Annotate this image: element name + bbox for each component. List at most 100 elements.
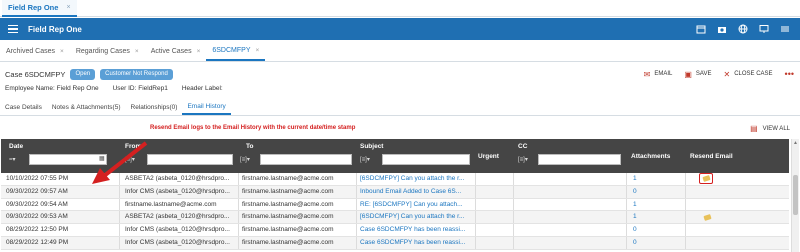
close-icon[interactable]: ×: [135, 48, 139, 55]
close-case-button[interactable]: ✕ CLOSE CASE: [723, 70, 772, 79]
column-divider: [626, 173, 627, 185]
attachments-cell[interactable]: 0: [633, 239, 653, 246]
tab-label: Field Rep One: [8, 3, 59, 12]
menu-icon[interactable]: [779, 23, 790, 34]
tab-archived-cases[interactable]: Archived Cases ×: [0, 41, 70, 61]
employee-name: Employee Name: Field Rep One: [5, 85, 99, 92]
attachments-cell[interactable]: 1: [633, 201, 653, 208]
column-divider: [685, 236, 686, 249]
subject-cell[interactable]: Inbound Email Added to Case 6S...: [360, 188, 472, 195]
close-icon[interactable]: ×: [197, 48, 201, 55]
table-row[interactable]: 09/30/2022 09:53 AM ASBETA2 (asbeta_0120@…: [1, 211, 789, 225]
column-divider: [513, 185, 514, 198]
column-divider: [513, 173, 514, 185]
column-divider: [475, 224, 476, 236]
case-header: Case 6SDCMFPY Open Customer Not Respond …: [0, 66, 800, 82]
envelope-icon: [703, 213, 712, 221]
from-filter-input[interactable]: [147, 154, 233, 165]
table-row[interactable]: 09/30/2022 09:54 AM firstname.lastname@ac…: [1, 198, 789, 212]
subject-cell[interactable]: [6SDCMFPY] Can you attach the r...: [360, 213, 472, 220]
close-icon: ✕: [723, 69, 731, 79]
column-divider: [356, 236, 357, 249]
case-actions: ✉ EMAIL ▣ SAVE ✕ CLOSE CASE •••: [644, 66, 794, 82]
email-button[interactable]: ✉ EMAIL: [644, 70, 673, 79]
column-header-urgent[interactable]: Urgent: [478, 153, 499, 160]
table-row[interactable]: 08/29/2022 12:49 PM Infor CMS (asbeta_012…: [1, 236, 789, 250]
column-divider: [119, 236, 120, 249]
column-header-resend-email[interactable]: Resend Email: [690, 153, 733, 160]
subject-cell[interactable]: Case 6SDCMFPY has been reassi...: [360, 239, 472, 246]
close-icon[interactable]: ×: [256, 47, 260, 54]
save-button[interactable]: ▣ SAVE: [684, 70, 711, 79]
subject-cell[interactable]: Case 6SDCMFPY has been reassi...: [360, 226, 472, 233]
column-divider: [238, 185, 239, 198]
column-header-attachments[interactable]: Attachments: [631, 153, 670, 160]
date-cell: 08/29/2022 12:50 PM: [6, 226, 69, 234]
tab-email-history[interactable]: Email History: [182, 99, 231, 115]
annotation-arrow: [92, 141, 148, 184]
app-title: Field Rep One: [28, 24, 82, 34]
filter-operator[interactable]: [≡]▾: [240, 156, 250, 163]
view-all-label: VIEW ALL: [762, 125, 790, 132]
app-header: Field Rep One: [0, 18, 800, 40]
close-icon[interactable]: ×: [66, 4, 70, 11]
hamburger-menu-icon[interactable]: [8, 25, 18, 33]
scroll-thumb[interactable]: [793, 175, 798, 215]
camera-icon[interactable]: [716, 23, 727, 34]
tab-relationships[interactable]: Relationships(0): [126, 99, 183, 115]
filter-operator[interactable]: [≡]▾: [360, 156, 370, 163]
column-divider: [475, 185, 476, 198]
column-divider: [238, 211, 239, 224]
column-header-subject[interactable]: Subject: [360, 143, 383, 150]
tab-case-details[interactable]: Case Details: [0, 99, 47, 115]
monitor-icon[interactable]: [758, 23, 769, 34]
column-divider: [626, 236, 627, 249]
attachments-cell[interactable]: 1: [633, 213, 653, 220]
column-divider: [356, 198, 357, 211]
filter-operator[interactable]: =▾: [9, 156, 16, 163]
resend-email-button[interactable]: [702, 212, 713, 222]
view-all-button[interactable]: ▤ VIEW ALL: [750, 124, 790, 133]
column-divider: [356, 173, 357, 185]
filter-operator[interactable]: [≡]▾: [518, 156, 528, 163]
column-divider: [685, 173, 686, 185]
column-divider: [513, 198, 514, 211]
resend-email-button[interactable]: [699, 173, 713, 184]
grid-scrollbar[interactable]: ▲: [791, 139, 799, 252]
case-info-row: Employee Name: Field Rep One User ID: Fi…: [5, 85, 223, 92]
more-options-icon[interactable]: •••: [785, 69, 794, 79]
column-header-cc[interactable]: CC: [518, 143, 527, 150]
tab-regarding-cases[interactable]: Regarding Cases ×: [70, 41, 145, 61]
cc-filter-input[interactable]: [538, 154, 621, 165]
tab-label: 6SDCMFPY: [212, 46, 251, 54]
globe-icon[interactable]: [737, 23, 748, 34]
tab-notes-attachments[interactable]: Notes & Attachments(5): [47, 99, 126, 115]
column-header-to[interactable]: To: [246, 143, 253, 150]
date-cell: 08/29/2022 12:49 PM: [6, 238, 69, 246]
column-divider: [685, 185, 686, 198]
column-divider: [475, 198, 476, 211]
column-divider: [356, 211, 357, 224]
subject-filter-input[interactable]: [382, 154, 470, 165]
to-cell: firstname.lastname@acme.com: [242, 200, 334, 208]
close-icon[interactable]: ×: [60, 48, 64, 55]
header-label: Header Label:: [181, 85, 223, 92]
scroll-up-icon[interactable]: ▲: [793, 140, 798, 146]
tab-field-rep-one[interactable]: Field Rep One ×: [2, 0, 77, 17]
column-divider: [356, 224, 357, 236]
to-filter-input[interactable]: [260, 154, 352, 165]
attachments-cell[interactable]: 0: [633, 188, 653, 195]
date-cell: 09/30/2022 09:57 AM: [6, 187, 68, 195]
column-divider: [238, 198, 239, 211]
table-row[interactable]: 08/29/2022 12:50 PM Infor CMS (asbeta_012…: [1, 224, 789, 237]
tab-case-6sdcmfpy[interactable]: 6SDCMFPY ×: [206, 41, 266, 61]
column-divider: [626, 185, 627, 198]
column-divider: [475, 236, 476, 249]
column-header-date[interactable]: Date: [9, 143, 23, 150]
calendar-icon[interactable]: [695, 23, 706, 34]
subject-cell[interactable]: [6SDCMFPY] Can you attach the r...: [360, 175, 472, 182]
attachments-cell[interactable]: 0: [633, 226, 653, 233]
subject-cell[interactable]: RE: [6SDCMFPY] Can you attach...: [360, 201, 472, 208]
attachments-cell[interactable]: 1: [633, 175, 653, 182]
tab-active-cases[interactable]: Active Cases ×: [145, 41, 207, 61]
